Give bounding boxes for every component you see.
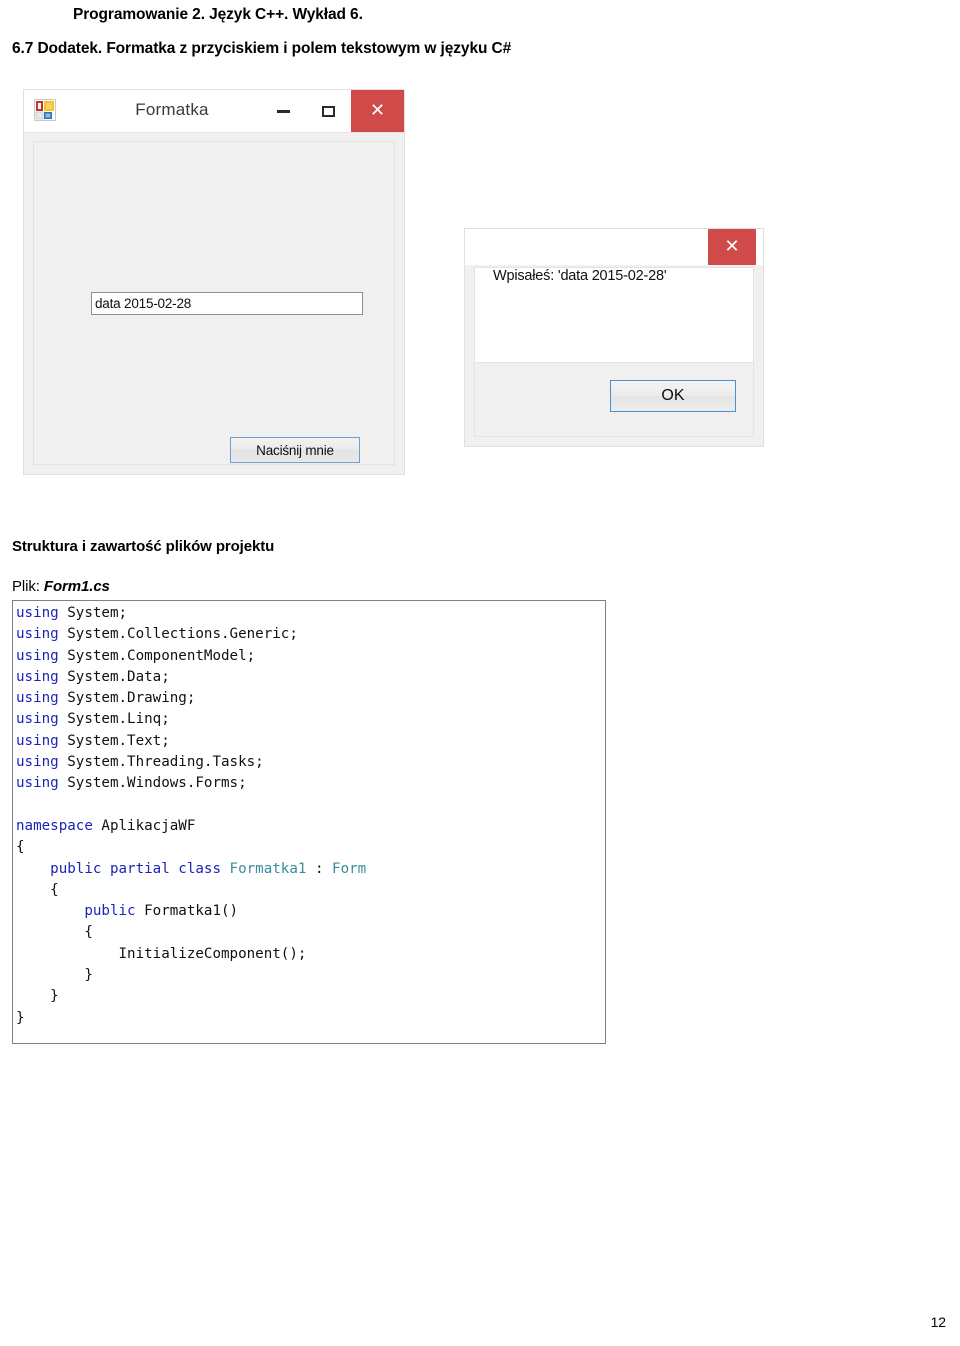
code-token: } [16,967,93,984]
code-token: System; [67,605,128,621]
maximize-icon [322,105,335,117]
code-token: { [16,839,25,856]
code-token: public partial class [50,860,230,877]
code-token: using [16,605,68,621]
text-input[interactable]: data 2015-02-28 [91,292,363,315]
code-token: System.Threading.Tasks; [67,754,264,771]
code-token: System.Collections.Generic; [67,626,298,643]
close-icon: ✕ [369,100,386,121]
code-token: Formatka1 [229,860,307,877]
code-token: using [16,647,68,664]
messagebox-dialog: ✕ Wpisałeś: 'data 2015-02-28' OK [464,228,764,447]
messagebox-text: Wpisałeś: 'data 2015-02-28' [493,268,667,284]
window-titlebar: Formatka ✕ [24,90,404,133]
source-code-block: using System; using System.Collections.G… [12,600,606,1044]
press-me-button[interactable]: Naciśnij mnie [230,437,360,463]
winforms-window: Formatka ✕ data 2015-02-28 Naciśnij mnie [23,89,405,475]
window-controls: ✕ [261,90,404,132]
code-token: System.Linq; [67,711,170,728]
code-token: System.ComponentModel; [67,647,256,664]
code-token: Formatka1() [144,903,239,920]
page-title: Programowanie 2. Język C++. Wykład 6. [73,6,363,23]
code-token: namespace [16,817,102,834]
section-subtitle: 6.7 Dodatek. Formatka z przyciskiem i po… [12,40,512,57]
code-token: Form [332,860,367,877]
messagebox-footer: OK [474,363,754,437]
code-token: using [16,690,68,707]
code-token: } [16,988,59,1005]
close-button[interactable]: ✕ [351,90,404,132]
ok-button[interactable]: OK [610,380,736,412]
code-token: public [84,903,145,920]
code-token: } [16,1009,25,1026]
page-number: 12 [930,1314,946,1330]
file-label-line: Plik: Form1.cs [12,578,110,595]
project-structure-heading: Struktura i zawartość plików projektu [12,538,275,555]
code-token: System.Drawing; [67,690,196,707]
code-token: using [16,668,68,685]
file-name: Form1.cs [43,578,110,595]
minimize-button[interactable] [261,90,306,132]
code-token: using [16,732,68,749]
messagebox-close-button[interactable]: ✕ [708,229,756,265]
code-token: System.Windows.Forms; [67,775,247,792]
code-token: System.Data; [67,668,170,685]
minimize-icon [277,109,290,113]
file-label-prefix: Plik: [12,578,44,595]
messagebox-titlebar: ✕ [465,229,763,265]
close-icon: ✕ [724,236,740,257]
maximize-button[interactable] [306,90,351,132]
code-token: using [16,711,68,728]
code-token: InitializeComponent(); [16,945,307,962]
code-token: System.Text; [67,732,170,749]
code-token: using [16,775,68,792]
code-token: using [16,754,68,771]
code-token: { [16,881,59,898]
code-token: using [16,626,68,643]
form-client-area: data 2015-02-28 Naciśnij mnie [33,141,395,465]
code-token: : [306,860,333,877]
code-token: { [16,924,93,941]
code-token: AplikacjaWF [101,817,196,834]
